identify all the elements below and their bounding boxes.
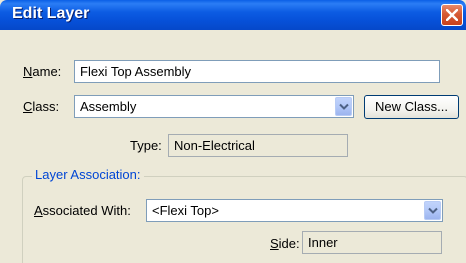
associated-with-dropdown-button[interactable] [424, 201, 441, 220]
side-label-text: ide: [278, 236, 300, 251]
associated-with-value: <Flexi Top> [152, 203, 219, 218]
class-label-text: lass: [32, 99, 60, 114]
associated-with-text: ssociated With: [42, 203, 131, 218]
window-title: Edit Layer [12, 5, 90, 22]
class-label: Class: [23, 99, 59, 114]
side-label-mnemonic: S [270, 236, 279, 251]
associated-with-label: Associated With: [34, 203, 131, 218]
class-select[interactable]: Assembly [74, 95, 354, 118]
close-icon [446, 9, 458, 21]
name-field[interactable]: Flexi Top Assembly [74, 60, 440, 83]
layer-association-legend: Layer Association: [32, 167, 144, 182]
type-label: Type: [130, 138, 162, 153]
class-dropdown-button[interactable] [335, 97, 352, 116]
new-class-button[interactable]: New Class... [364, 95, 459, 119]
associated-with-select[interactable]: <Flexi Top> [146, 199, 443, 222]
class-select-value: Assembly [80, 99, 137, 114]
chevron-down-icon [428, 207, 438, 214]
name-label: Name: [23, 64, 61, 79]
side-label: Side: [270, 236, 300, 251]
title-bar[interactable]: Edit Layer [0, 0, 466, 30]
close-button[interactable] [441, 4, 463, 26]
chevron-down-icon [339, 103, 349, 110]
name-label-mnemonic: N [23, 64, 33, 79]
class-label-mnemonic: C [23, 99, 33, 114]
name-label-text: ame: [32, 64, 62, 79]
type-field: Non-Electrical [168, 134, 348, 157]
associated-with-mnemonic: A [34, 203, 43, 218]
edit-layer-dialog: Edit Layer Name: Flexi Top Assembly Clas… [0, 0, 466, 263]
side-field: Inner [302, 231, 442, 254]
